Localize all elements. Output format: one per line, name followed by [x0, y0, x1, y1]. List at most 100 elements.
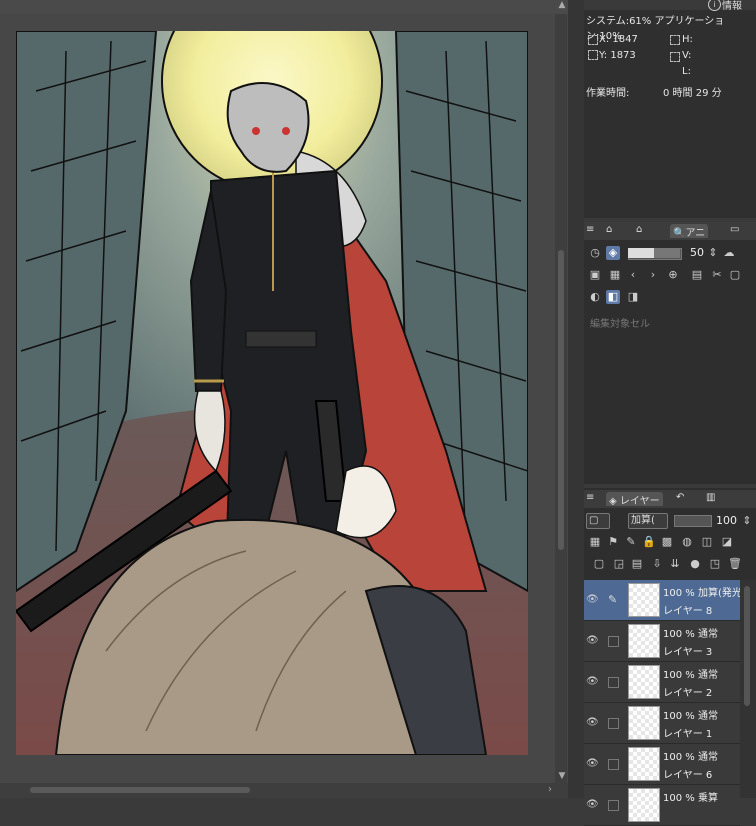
cloud-icon[interactable]: ☁	[722, 246, 736, 260]
tab-animation[interactable]: 🔍アニ	[670, 224, 709, 239]
layer-blend-mode: 100 % 通常	[663, 670, 718, 681]
new-raster-layer-icon[interactable]: ▢	[592, 557, 606, 571]
mask-enable-icon[interactable]: ◍	[680, 535, 694, 549]
layer-thumbnail[interactable]	[628, 665, 660, 699]
layer-thumbnail[interactable]	[628, 788, 660, 822]
new-cel-icon[interactable]: ▣	[588, 268, 602, 282]
panel-splitter[interactable]	[568, 0, 584, 798]
new-vector-layer-icon[interactable]: ◲	[612, 557, 626, 571]
tab-navigator-icon[interactable]: ⌂	[636, 224, 642, 238]
layer-thumbnail[interactable]	[628, 624, 660, 658]
scroll-up-arrow-icon[interactable]: ▲	[556, 0, 568, 12]
system-usage: システム:61%	[586, 16, 652, 27]
layer-blend-mode: 100 % 通常	[663, 629, 718, 640]
scroll-right-arrow-icon[interactable]: ›	[544, 783, 556, 797]
layer-lock-checkbox[interactable]	[608, 800, 619, 811]
layer-lock-checkbox[interactable]	[608, 636, 619, 647]
layer-blend-mode: 100 % 通常	[663, 711, 718, 722]
layer-color-dropdown[interactable]: ▢	[586, 513, 610, 529]
apply-mask-icon[interactable]: ◳	[708, 557, 722, 571]
add-frame-icon[interactable]: ⊕	[666, 268, 680, 282]
layer-thumbnail[interactable]	[628, 747, 660, 781]
layer-thumbnail[interactable]	[628, 706, 660, 740]
scroll-down-arrow-icon[interactable]: ▼	[556, 770, 568, 782]
layer-opacity-value[interactable]: 100	[716, 514, 737, 527]
y-bracket-icon	[588, 50, 598, 60]
animation-tab-label: アニ	[685, 228, 706, 239]
layer-lock-checkbox[interactable]	[608, 759, 619, 770]
lock-transparent-icon[interactable]: ▩	[660, 535, 674, 549]
layer-stack-icon[interactable]: ◈	[606, 246, 620, 260]
layer-tab-label: レイヤー	[619, 496, 660, 507]
clip-layer-icon[interactable]: ▦	[588, 535, 602, 549]
delete-cel-icon[interactable]: ▢	[728, 268, 742, 282]
edit-target-icon[interactable]: ◧	[606, 290, 620, 304]
onion-skin-icon[interactable]: ◷	[588, 246, 602, 260]
lock-icon[interactable]: 🔒	[642, 535, 656, 549]
l-value: L:	[682, 66, 691, 77]
tab-extra-icon[interactable]: ▭	[730, 224, 739, 238]
transfer-down-icon[interactable]: ⇩	[650, 557, 664, 571]
layer-name[interactable]: レイヤー 6	[663, 766, 712, 781]
layer-thumbnail[interactable]	[628, 583, 660, 617]
visibility-eye-icon[interactable]: 👁	[586, 677, 599, 687]
layer-blend-mode: 100 % 加算(発光)	[663, 588, 746, 599]
edit-pen-icon[interactable]: ✎	[608, 594, 617, 605]
blend-mode-dropdown[interactable]: 加算(	[628, 513, 668, 529]
delete-layer-icon[interactable]: 🗑	[728, 557, 742, 571]
layer-color-icon[interactable]: ◪	[720, 535, 734, 549]
light-table-icon[interactable]: ◐	[588, 290, 602, 304]
create-mask-icon[interactable]: ●	[688, 557, 702, 571]
next-frame-icon[interactable]: ›	[646, 268, 660, 282]
prev-frame-icon[interactable]: ‹	[626, 268, 640, 282]
layer-lock-checkbox[interactable]	[608, 718, 619, 729]
panel-menu-icon[interactable]: ≡	[586, 224, 594, 238]
layer-list-scroll-thumb[interactable]	[744, 586, 750, 706]
visibility-eye-icon[interactable]: 👁	[586, 800, 599, 810]
tab-history-icon[interactable]: ↶	[676, 492, 684, 506]
opacity-value[interactable]: 50	[690, 246, 704, 259]
layer-opacity-stepper-icon[interactable]: ⇕	[740, 514, 754, 528]
layer-panel-menu-icon[interactable]: ≡	[586, 492, 594, 506]
y-coordinate: Y: 1873	[599, 50, 636, 61]
tab-layer-property-icon[interactable]: ⌂	[606, 224, 612, 238]
fill-icon[interactable]: ▦	[608, 268, 622, 282]
reference-layer-icon[interactable]: ⚑	[606, 535, 620, 549]
cel-settings-icon[interactable]: ◨	[626, 290, 640, 304]
visibility-eye-icon[interactable]: 👁	[586, 718, 599, 728]
new-folder-icon[interactable]: ▤	[630, 557, 644, 571]
opacity-slider-fill	[628, 248, 680, 258]
h-bracket-icon	[670, 35, 680, 45]
canvas-vertical-scroll-thumb[interactable]	[558, 250, 564, 550]
layer-opacity-slider[interactable]	[674, 515, 712, 527]
scissors-icon[interactable]: ✂	[710, 268, 724, 282]
canvas-top-strip	[0, 0, 568, 14]
v-bracket-icon	[670, 52, 680, 62]
ruler-icon[interactable]: ◫	[700, 535, 714, 549]
layer-name[interactable]: レイヤー 1	[663, 725, 712, 740]
layer-panel-tabbar: ≡ ◈ レイヤー ↶ ▥	[584, 490, 756, 508]
artwork-canvas[interactable]	[16, 31, 528, 755]
layer-name[interactable]: レイヤー 8	[663, 602, 712, 617]
layer-name[interactable]: レイヤー 3	[663, 643, 712, 658]
h-value: H:	[682, 34, 693, 45]
work-time-value: 0 時間 29 分	[663, 88, 722, 99]
info-tab-label[interactable]: 情報	[722, 0, 742, 12]
merge-down-icon[interactable]: ⇊	[668, 557, 682, 571]
x-bracket-icon	[588, 35, 598, 45]
stepper-icon[interactable]: ⇕	[706, 246, 720, 260]
tab-material-icon[interactable]: ▥	[706, 492, 715, 506]
visibility-eye-icon[interactable]: 👁	[586, 636, 599, 646]
layer-name[interactable]: レイヤー 2	[663, 684, 712, 699]
folder-icon[interactable]: ▤	[690, 268, 704, 282]
illustration	[16, 31, 528, 755]
tab-layer[interactable]: ◈ レイヤー	[606, 492, 663, 507]
layer-lock-checkbox[interactable]	[608, 677, 619, 688]
canvas-area[interactable]: ▲ ▼ ›	[0, 0, 568, 798]
visibility-eye-icon[interactable]: 👁	[586, 759, 599, 769]
visibility-eye-icon[interactable]: 👁	[586, 595, 599, 605]
canvas-horizontal-scroll-thumb[interactable]	[30, 787, 250, 793]
animation-panel-tabbar: ≡ ⌂ ⌂ 🔍アニ ▭	[584, 222, 756, 240]
animation-panel	[584, 222, 756, 484]
draft-layer-icon[interactable]: ✎	[624, 535, 638, 549]
